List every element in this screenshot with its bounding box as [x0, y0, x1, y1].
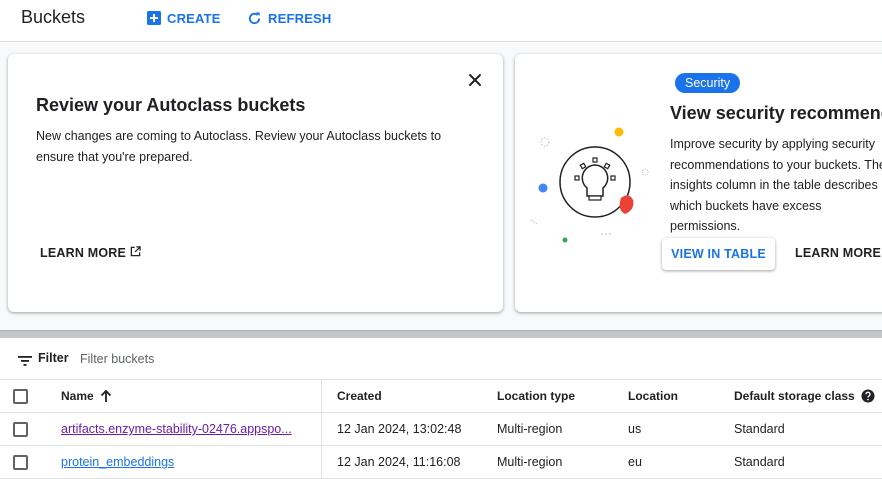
refresh-icon [247, 11, 262, 26]
filter-label: Filter [38, 351, 69, 365]
security-badge: Security [675, 73, 741, 93]
row-checkbox[interactable] [13, 421, 28, 437]
table-row: protein_embeddings 12 Jan 2024, 11:16:08… [0, 446, 882, 479]
column-separator [321, 446, 322, 478]
column-separator [321, 380, 322, 412]
location-cell: eu [628, 455, 642, 469]
arrow-upward-icon [100, 389, 112, 403]
security-learn-more-link[interactable]: LEARN MORE [795, 246, 882, 260]
open-in-new-icon [130, 246, 141, 260]
page-header: Buckets CREATE REFRESH [0, 0, 882, 42]
table-header-row: Name Created Location type Location Defa… [0, 379, 882, 413]
column-header-location[interactable]: Location [628, 380, 678, 412]
storage-class-cell: Standard [734, 455, 785, 469]
page-title: Buckets [21, 7, 86, 27]
column-separator [321, 413, 322, 445]
view-in-table-button[interactable]: VIEW IN TABLE [662, 238, 775, 270]
autoclass-learn-more-link[interactable]: LEARN MORE [40, 246, 141, 260]
security-card-title: View security recommendations [670, 103, 882, 123]
created-cell: 12 Jan 2024, 13:02:48 [337, 422, 462, 436]
row-checkbox[interactable] [13, 454, 28, 470]
security-card-body: Improve security by applying security re… [670, 137, 882, 233]
filter-buckets-input[interactable] [78, 348, 378, 370]
column-header-storage-class[interactable]: Default storage class [734, 380, 875, 412]
security-card: Security View security recommendations I… [515, 54, 882, 312]
bucket-name-link[interactable]: protein_embeddings [61, 455, 174, 469]
location-type-cell: Multi-region [497, 455, 563, 469]
create-button[interactable]: CREATE [147, 9, 221, 27]
autoclass-card: Review your Autoclass buckets New change… [8, 54, 503, 312]
filter-list-icon [18, 353, 32, 371]
bucket-name-link[interactable]: artifacts.enzyme-stability-02476.appspo.… [61, 422, 292, 436]
table-row: artifacts.enzyme-stability-02476.appspo.… [0, 413, 882, 446]
close-icon[interactable] [466, 71, 484, 89]
column-header-location-type[interactable]: Location type [497, 380, 575, 412]
autoclass-card-body: New changes are coming to Autoclass. Rev… [36, 129, 442, 164]
created-cell: 12 Jan 2024, 11:16:08 [337, 455, 461, 469]
storage-class-cell: Standard [734, 422, 785, 436]
autoclass-card-title: Review your Autoclass buckets [36, 95, 306, 115]
filter-bar: Filter [0, 339, 882, 379]
location-type-cell: Multi-region [497, 422, 563, 436]
add-box-icon [147, 11, 161, 25]
resize-divider[interactable] [0, 330, 882, 338]
refresh-button[interactable]: REFRESH [247, 9, 332, 27]
learn-more-label: LEARN MORE [40, 246, 127, 260]
column-header-name[interactable]: Name [61, 380, 112, 412]
lightbulb-shield-illustration [523, 120, 663, 255]
create-label: CREATE [167, 10, 221, 26]
column-header-created[interactable]: Created [337, 380, 382, 412]
select-all-checkbox[interactable] [13, 388, 28, 404]
location-cell: us [628, 422, 642, 436]
learn-more-label: LEARN MORE [795, 246, 882, 260]
help-icon[interactable] [861, 389, 875, 403]
refresh-label: REFRESH [268, 10, 332, 26]
